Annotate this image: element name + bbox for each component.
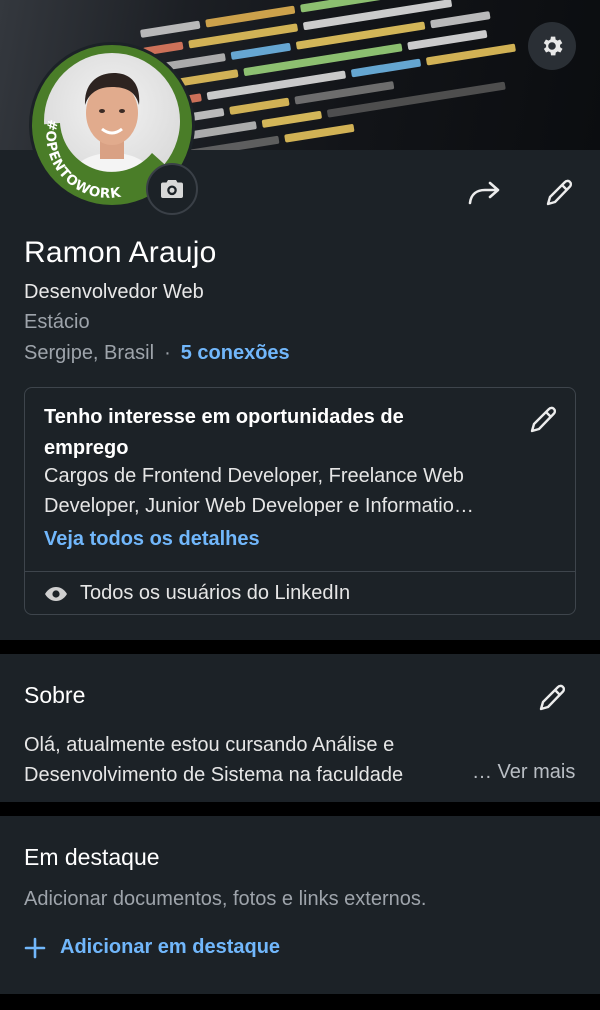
- eye-icon: [45, 586, 67, 601]
- share-arrow-icon: [468, 181, 500, 205]
- see-more-link[interactable]: … Ver mais: [472, 761, 575, 784]
- visibility-label: Todos os usuários do LinkedIn: [80, 582, 351, 604]
- about-section: Sobre Olá, atualmente estou cursando Aná…: [0, 654, 600, 802]
- add-featured-label: Adicionar em destaque: [60, 936, 281, 958]
- edit-about-button[interactable]: [530, 676, 574, 720]
- pencil-icon: [530, 406, 557, 433]
- open-to-work-title: Tenho interesse em oportunidades de empr…: [44, 406, 404, 459]
- gear-icon: [543, 36, 563, 56]
- featured-description: Adicionar documentos, fotos e links exte…: [24, 888, 427, 910]
- pencil-icon: [539, 684, 566, 711]
- svg-text:#OPENTOWORK: #OPENTOWORK: [42, 118, 122, 202]
- connections-link[interactable]: 5 conexões: [181, 342, 290, 365]
- share-profile-button[interactable]: [462, 170, 508, 216]
- open-to-work-card[interactable]: Tenho interesse em oportunidades de empr…: [24, 387, 576, 615]
- location-row: Sergipe, Brasil · 5 conexões: [24, 342, 290, 365]
- add-featured-button[interactable]: Adicionar em destaque: [24, 936, 280, 959]
- open-to-work-description: Cargos de Frontend Developer, Freelance …: [44, 465, 474, 517]
- profile-card: #OPENTOWORK Ramon Araujo Desenvolvedor W…: [0, 42, 600, 640]
- settings-button[interactable]: [528, 22, 576, 70]
- about-text: Olá, atualmente estou cursando Análise e…: [24, 734, 404, 786]
- profile-location: Sergipe, Brasil: [24, 342, 155, 364]
- visibility-row: Todos os usuários do LinkedIn: [44, 582, 350, 605]
- plus-icon: [24, 937, 46, 958]
- see-all-details-link[interactable]: Veja todos os detalhes: [44, 528, 260, 551]
- featured-section: Em destaque Adicionar documentos, fotos …: [0, 816, 600, 994]
- edit-profile-button[interactable]: [536, 170, 582, 216]
- about-title: Sobre: [24, 682, 86, 708]
- separator-dot: ·: [164, 342, 171, 364]
- change-photo-button[interactable]: [146, 163, 198, 215]
- profile-name: Ramon Araujo: [24, 236, 217, 269]
- divider: [25, 571, 575, 572]
- profile-school[interactable]: Estácio: [24, 311, 90, 334]
- edit-open-to-work-button[interactable]: [523, 400, 563, 440]
- featured-title: Em destaque: [24, 844, 160, 870]
- camera-icon: [161, 180, 183, 198]
- pencil-icon: [546, 179, 573, 206]
- profile-headline: Desenvolvedor Web: [24, 281, 204, 303]
- cover-code-pattern: [140, 0, 600, 150]
